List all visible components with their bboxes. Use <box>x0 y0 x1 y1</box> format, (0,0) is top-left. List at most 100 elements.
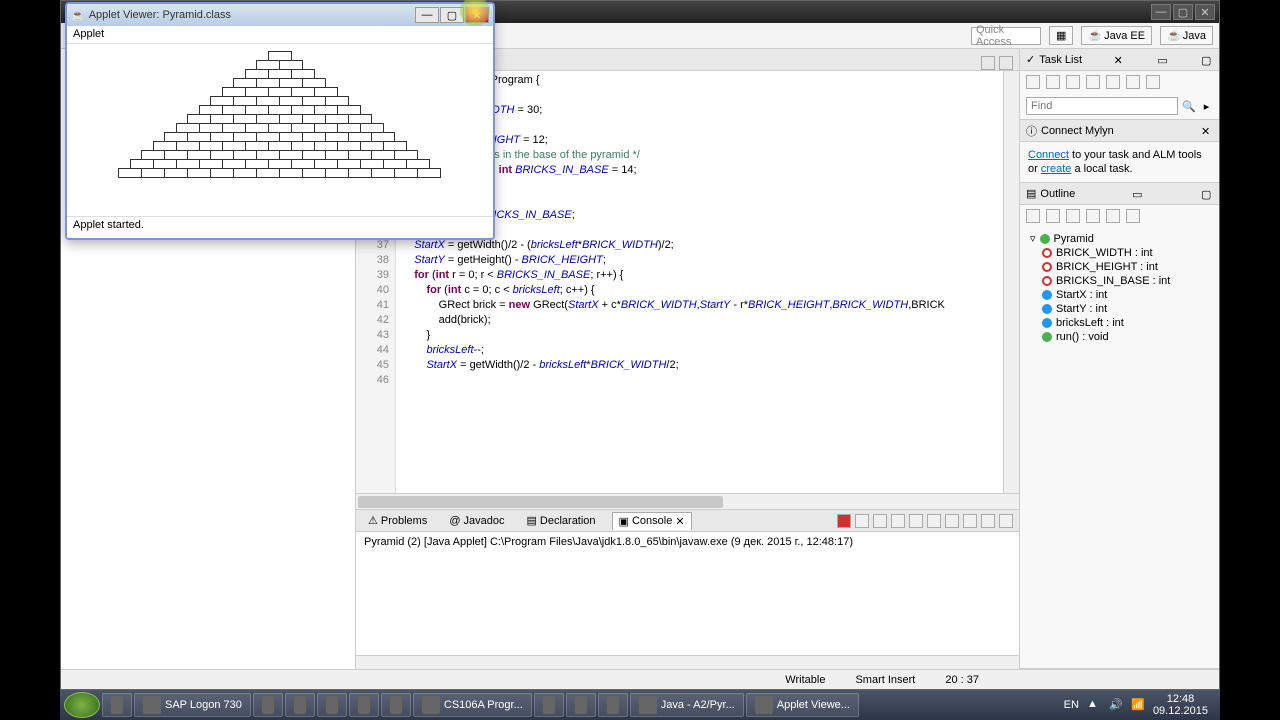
outline-member[interactable]: BRICK_WIDTH : int <box>1026 246 1213 260</box>
outline-class[interactable]: ▿ Pyramid <box>1026 231 1213 246</box>
tray-volume-icon[interactable]: 📶 <box>1131 698 1145 712</box>
console-hscrollbar[interactable] <box>356 655 1019 669</box>
new-task-icon[interactable] <box>1026 75 1040 89</box>
outline-member[interactable]: run() : void <box>1026 330 1213 344</box>
display-console-icon[interactable] <box>945 514 959 528</box>
taskbar-item[interactable]: Applet Viewe... <box>746 693 859 717</box>
mylyn-header: ⓘConnect Mylyn ✕ <box>1020 120 1219 142</box>
filter-icon[interactable] <box>1126 75 1140 89</box>
taskbar-item[interactable] <box>317 693 347 717</box>
applet-minimize-button[interactable]: — <box>415 7 439 23</box>
outline-member[interactable]: StartX : int <box>1026 288 1213 302</box>
remove-launch-icon[interactable] <box>855 514 869 528</box>
find-input[interactable] <box>1026 97 1178 115</box>
close-button[interactable]: ✕ <box>1195 4 1215 20</box>
taskbar-item[interactable] <box>566 693 596 717</box>
outline-member[interactable]: BRICKS_IN_BASE : int <box>1026 274 1213 288</box>
applet-titlebar[interactable]: ☕ Applet Viewer: Pyramid.class — ▢ ✕ <box>67 4 493 26</box>
lang-indicator[interactable]: EN <box>1064 699 1079 711</box>
tasklist-title: Task List <box>1039 54 1082 66</box>
find-all-button[interactable]: All <box>1217 100 1237 112</box>
activate-button[interactable]: Activate... <box>1259 100 1280 112</box>
outline-member[interactable]: BRICK_HEIGHT : int <box>1026 260 1213 274</box>
minimize-button[interactable]: — <box>1151 4 1171 20</box>
terminate-icon[interactable] <box>837 514 851 528</box>
applet-canvas <box>67 44 493 216</box>
outline-title: Outline <box>1040 188 1075 200</box>
tray-flag-icon[interactable]: ▲ <box>1087 698 1101 712</box>
hide-static-icon[interactable] <box>1066 209 1080 223</box>
editor-vscrollbar[interactable] <box>1003 71 1019 493</box>
status-bar: Writable Smart Insert 20 : 37 <box>61 669 1219 689</box>
mylyn-close-icon[interactable]: ✕ <box>1201 125 1213 137</box>
sync-icon[interactable] <box>1106 75 1120 89</box>
taskbar-item[interactable] <box>534 693 564 717</box>
console-output: Pyramid (2) [Java Applet] C:\Program Fil… <box>356 532 1019 655</box>
open-perspective-button[interactable]: ▦ <box>1049 26 1073 45</box>
focus-icon[interactable] <box>1066 75 1080 89</box>
focus-outline-icon[interactable] <box>1126 209 1140 223</box>
outline-header: ▤Outline ▭ ▢ <box>1020 183 1219 205</box>
editor-hscrollbar[interactable] <box>356 493 1019 509</box>
tasklist-close-icon[interactable]: ✕ <box>1114 54 1126 66</box>
collapse-icon[interactable] <box>1086 75 1100 89</box>
quick-access-input[interactable]: Quick Access <box>971 27 1041 45</box>
taskbar-item[interactable] <box>285 693 315 717</box>
start-button[interactable] <box>64 692 100 718</box>
outline-max-icon[interactable]: ▢ <box>1201 188 1213 200</box>
tab-javadoc[interactable]: @ Javadoc <box>443 513 510 529</box>
clock[interactable]: 12:48 09.12.2015 <box>1153 693 1208 717</box>
console-max-icon[interactable] <box>999 514 1013 528</box>
open-console-icon[interactable] <box>963 514 977 528</box>
clear-console-icon[interactable] <box>891 514 905 528</box>
tray-network-icon[interactable]: 🔊 <box>1109 698 1123 712</box>
bottom-tab-bar: ⚠ Problems @ Javadoc ▤ Declaration ▣ Con… <box>356 510 1019 532</box>
windows-taskbar: SAP Logon 730 CS106A Progr... Java - A2/Py… <box>60 690 1220 720</box>
applet-menu[interactable]: Applet <box>67 26 493 44</box>
perspective-java[interactable]: ☕Java <box>1160 26 1213 45</box>
status-position: 20 : 37 <box>945 674 979 686</box>
pin-console-icon[interactable] <box>927 514 941 528</box>
hide-nonpublic-icon[interactable] <box>1086 209 1100 223</box>
taskbar-item[interactable] <box>381 693 411 717</box>
mylyn-body: Connect to your task and ALM tools or cr… <box>1020 142 1219 182</box>
applet-title: Applet Viewer: Pyramid.class <box>89 9 411 21</box>
system-tray: EN ▲ 🔊 📶 12:48 09.12.2015 <box>1056 693 1216 717</box>
applet-maximize-button[interactable]: ▢ <box>440 7 464 23</box>
tasklist-min-icon[interactable]: ▭ <box>1157 54 1169 66</box>
outline-min-icon[interactable]: ▭ <box>1132 188 1144 200</box>
taskbar-item[interactable]: CS106A Progr... <box>413 693 532 717</box>
mylyn-connect-link[interactable]: Connect <box>1028 149 1069 161</box>
taskbar-item[interactable] <box>253 693 283 717</box>
taskbar-item[interactable] <box>102 693 132 717</box>
taskbar-item[interactable] <box>598 693 628 717</box>
hide-fields-icon[interactable] <box>1046 209 1060 223</box>
maximize-button[interactable]: ▢ <box>1173 4 1193 20</box>
scroll-lock-icon[interactable] <box>909 514 923 528</box>
hide-local-icon[interactable] <box>1106 209 1120 223</box>
tab-problems[interactable]: ⚠ Problems <box>362 512 433 529</box>
console-min-icon[interactable] <box>981 514 995 528</box>
hide-icon[interactable] <box>1146 75 1160 89</box>
mylyn-title: Connect Mylyn <box>1041 125 1114 137</box>
tasklist-max-icon[interactable]: ▢ <box>1201 54 1213 66</box>
find-next-button[interactable]: ▸ <box>1241 100 1255 113</box>
outline-member[interactable]: StartY : int <box>1026 302 1213 316</box>
categorized-icon[interactable] <box>1046 75 1060 89</box>
editor-minimize-icon[interactable] <box>981 56 995 70</box>
taskbar-item[interactable] <box>349 693 379 717</box>
tab-declaration[interactable]: ▤ Declaration <box>521 512 602 529</box>
taskbar-item[interactable]: Java - A2/Pyr... <box>630 693 744 717</box>
outline-member[interactable]: bricksLeft : int <box>1026 316 1213 330</box>
remove-all-icon[interactable] <box>873 514 887 528</box>
find-prev-button[interactable]: ▸ <box>1200 100 1214 113</box>
sort-icon[interactable] <box>1026 209 1040 223</box>
taskbar-item[interactable]: SAP Logon 730 <box>134 693 251 717</box>
status-insert: Smart Insert <box>855 674 915 686</box>
perspective-java-ee[interactable]: ☕Java EE <box>1081 26 1152 45</box>
editor-maximize-icon[interactable] <box>999 56 1013 70</box>
applet-status: Applet started. <box>67 216 493 234</box>
applet-close-button[interactable]: ✕ <box>465 7 489 23</box>
tab-console[interactable]: ▣ Console ✕ <box>612 512 692 530</box>
mylyn-create-link[interactable]: create <box>1041 163 1072 175</box>
